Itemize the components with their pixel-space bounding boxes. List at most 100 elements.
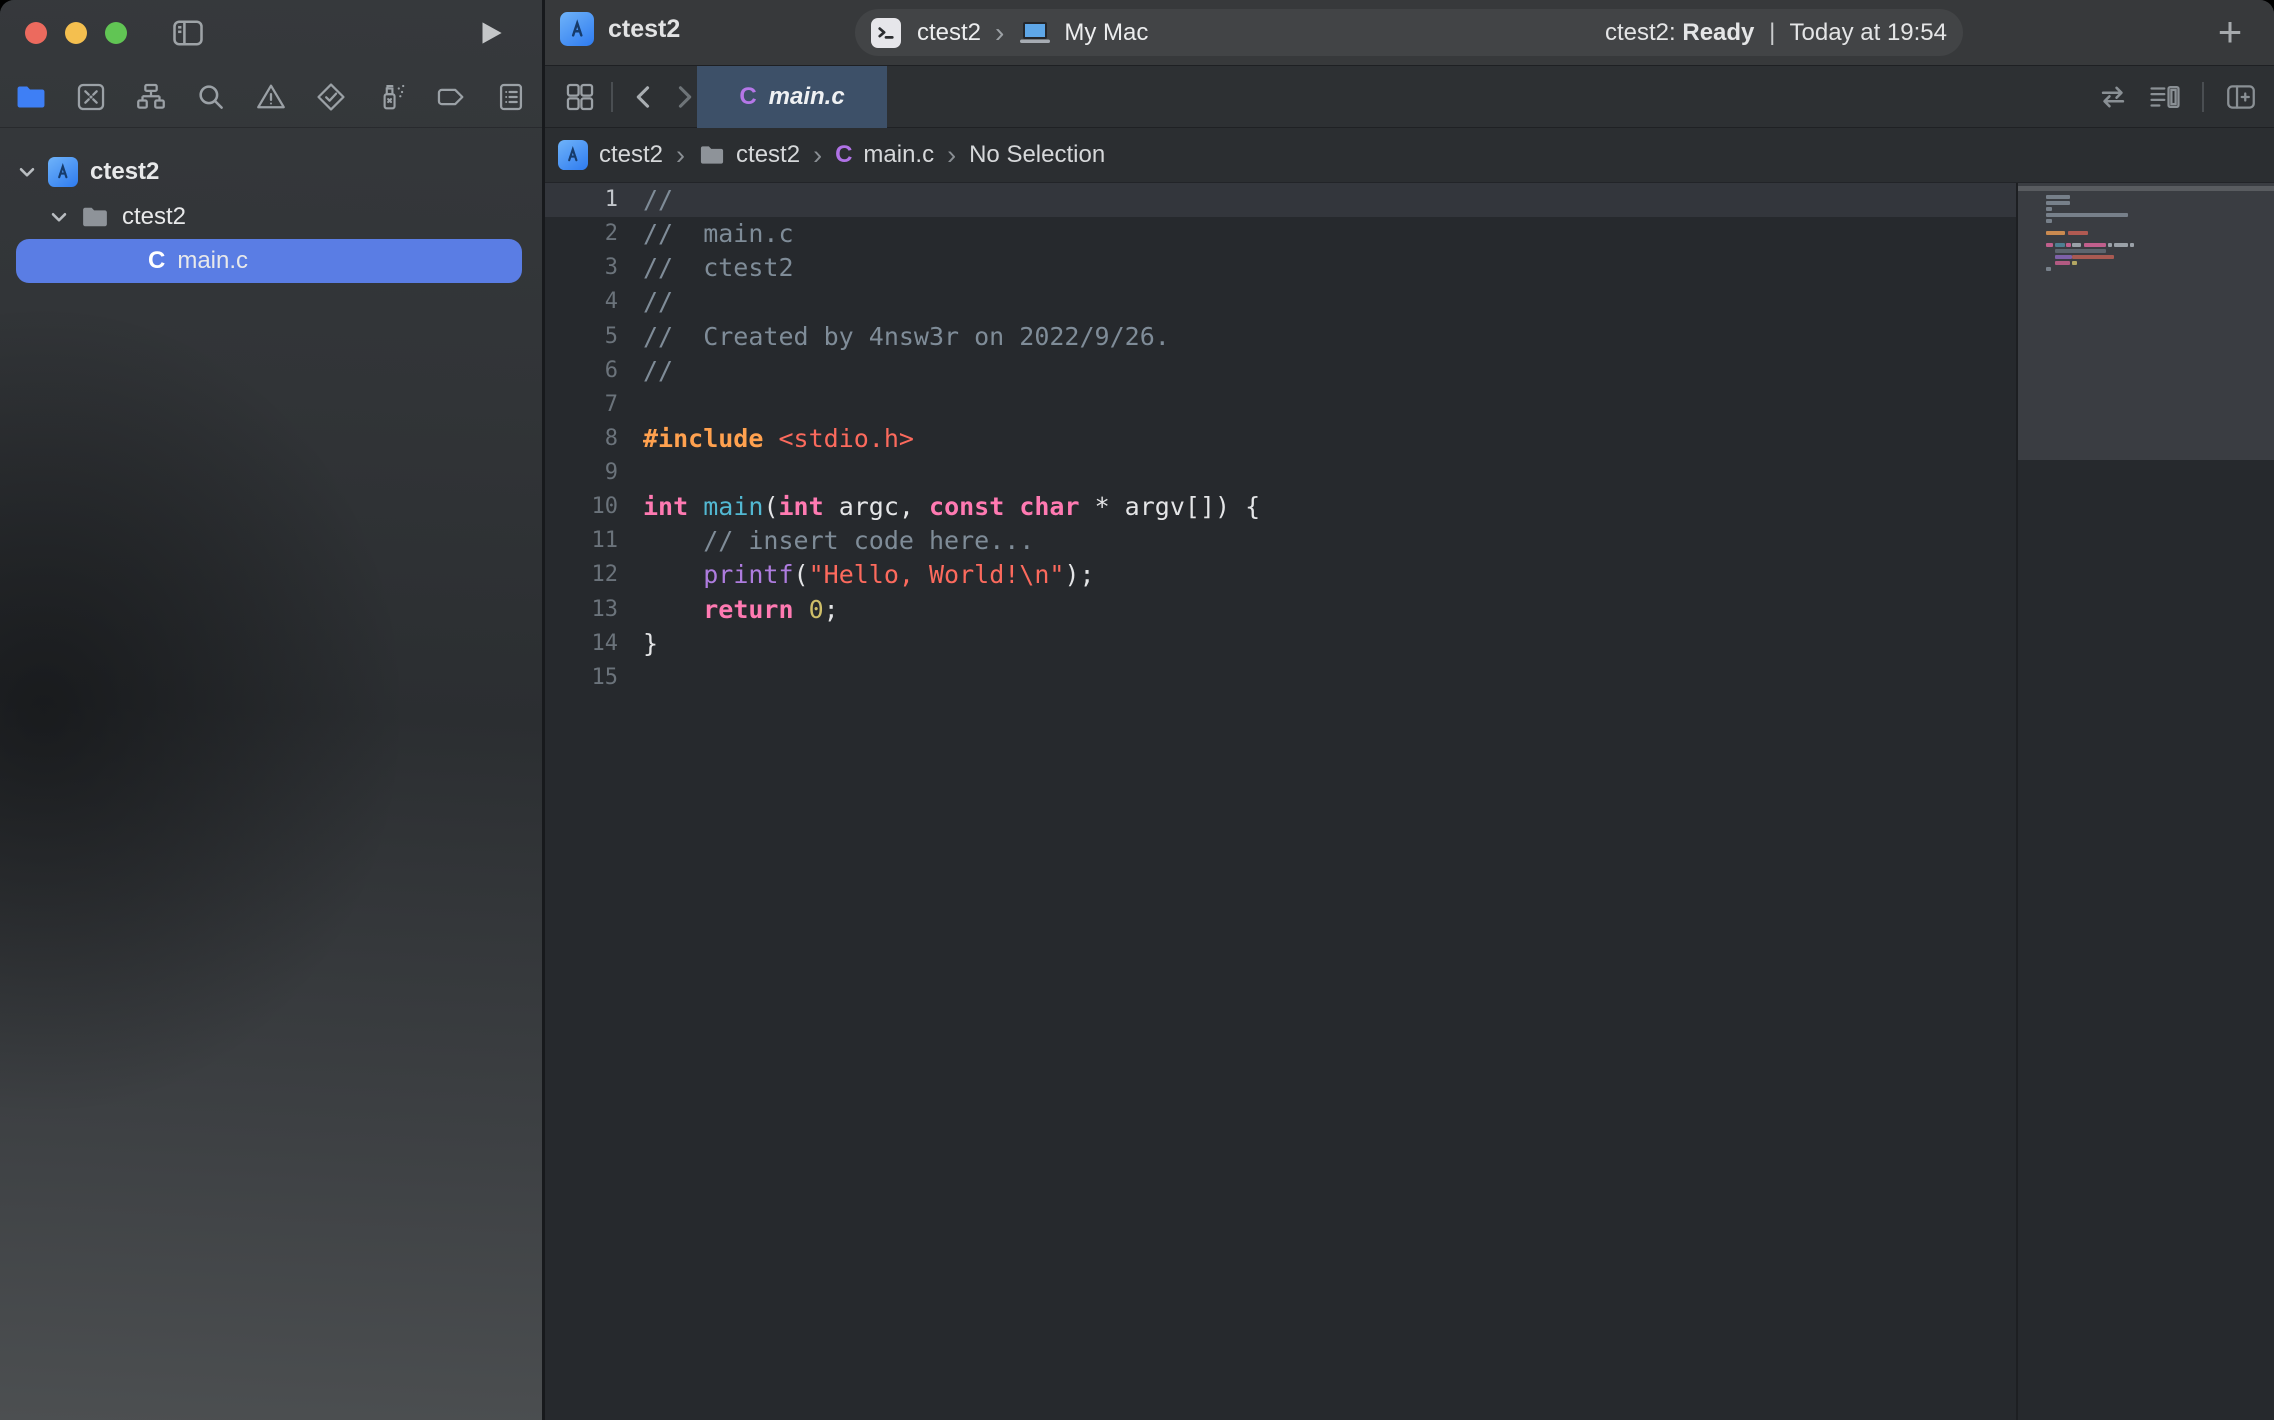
minimap-code-bar xyxy=(2108,243,2112,247)
minimap-code-bar xyxy=(2066,243,2071,247)
code-line[interactable]: 10int main(int argc, const char * argv[]… xyxy=(545,490,2016,524)
chevron-separator: › xyxy=(947,140,956,171)
code-text xyxy=(618,661,643,695)
c-file-icon: C xyxy=(148,247,165,275)
breadcrumb-label[interactable]: ctest2 xyxy=(599,141,663,169)
debug-navigator-icon[interactable] xyxy=(374,80,408,114)
line-number: 5 xyxy=(545,320,618,354)
scheme-destination[interactable]: My Mac xyxy=(1064,19,1148,47)
find-navigator-icon[interactable] xyxy=(194,80,228,114)
tree-item-group[interactable]: ctest2 xyxy=(46,195,186,239)
laptop-destination-icon xyxy=(1018,20,1052,46)
code-line[interactable]: 7 xyxy=(545,388,2016,422)
code-line[interactable]: 14} xyxy=(545,627,2016,661)
scheme-selector[interactable]: ctest2 › My Mac ctest2: Ready | Today at… xyxy=(855,9,1963,56)
breadcrumb-item-group[interactable]: ctest2 xyxy=(698,141,800,169)
line-number: 14 xyxy=(545,627,618,661)
report-navigator-icon[interactable] xyxy=(494,80,528,114)
code-text: return 0; xyxy=(618,593,839,627)
minimap-code-bar xyxy=(2072,243,2081,247)
related-items-icon[interactable] xyxy=(2096,80,2130,114)
minimize-button[interactable] xyxy=(65,22,87,44)
code-text: // xyxy=(618,285,673,319)
editor-options-icon[interactable] xyxy=(2148,80,2182,114)
chevron-down-icon[interactable] xyxy=(46,204,72,230)
minimap-code-bar xyxy=(2084,243,2106,247)
zoom-button[interactable] xyxy=(105,22,127,44)
symbol-navigator-icon[interactable] xyxy=(134,80,168,114)
test-navigator-icon[interactable] xyxy=(314,80,348,114)
add-tab-icon[interactable]: + xyxy=(2208,10,2252,54)
issue-navigator-icon[interactable] xyxy=(254,80,288,114)
line-number: 13 xyxy=(545,593,618,627)
minimap-viewport xyxy=(2018,183,2274,460)
breadcrumb-item-file[interactable]: C main.c xyxy=(835,141,934,169)
navigator-bar xyxy=(0,66,542,128)
add-editor-icon[interactable] xyxy=(2224,80,2258,114)
toolbar-separator xyxy=(2202,82,2204,112)
status-target: ctest2: xyxy=(1605,19,1676,46)
minimap-code-bar xyxy=(2130,243,2134,247)
main-area: ctest2 ctest2 › My Mac xyxy=(545,0,2274,1420)
tab-label: main.c xyxy=(769,83,845,111)
code-line[interactable]: 2// main.c xyxy=(545,217,2016,251)
code-line[interactable]: 4// xyxy=(545,285,2016,319)
breadcrumb-label[interactable]: ctest2 xyxy=(736,141,800,169)
code-line[interactable]: 3// ctest2 xyxy=(545,251,2016,285)
breadcrumb-item-selection[interactable]: No Selection xyxy=(969,141,1105,169)
sidebar-toggle-icon[interactable] xyxy=(170,15,206,51)
minimap-code-bar xyxy=(2068,231,2088,235)
minimap-code-bar xyxy=(2046,231,2065,235)
line-number: 8 xyxy=(545,422,618,456)
code-text: printf("Hello, World!\n"); xyxy=(618,558,1095,592)
minimap-code-bar xyxy=(2055,249,2106,253)
minimap-code-bar xyxy=(2046,213,2128,217)
line-number: 10 xyxy=(545,490,618,524)
code-text: // insert code here... xyxy=(618,524,1034,558)
code-text xyxy=(618,388,643,422)
breadcrumb-label[interactable]: No Selection xyxy=(969,141,1105,169)
run-icon[interactable] xyxy=(474,16,508,50)
line-number: 3 xyxy=(545,251,618,285)
minimap-code-bar xyxy=(2046,207,2052,211)
line-number: 7 xyxy=(545,388,618,422)
back-icon[interactable] xyxy=(627,80,661,114)
code-line[interactable]: 5// Created by 4nsw3r on 2022/9/26. xyxy=(545,320,2016,354)
sidebar: ctest2 ctest2 C main.c xyxy=(0,0,542,1420)
chevron-separator: › xyxy=(676,140,685,171)
window-title: ctest2 xyxy=(608,15,680,44)
breadcrumb-label[interactable]: main.c xyxy=(863,141,934,169)
code-line[interactable]: 6// xyxy=(545,354,2016,388)
tree-item-label: main.c xyxy=(177,247,248,275)
tab-main-c[interactable]: C main.c xyxy=(697,66,887,128)
code-line[interactable]: 9 xyxy=(545,456,2016,490)
close-button[interactable] xyxy=(25,22,47,44)
forward-icon[interactable] xyxy=(667,80,701,114)
scheme-target[interactable]: ctest2 xyxy=(917,19,981,47)
code-line[interactable]: 1// xyxy=(545,183,2016,217)
source-control-navigator-icon[interactable] xyxy=(74,80,108,114)
breadcrumb: ctest2 › ctest2 › C main.c › No Selectio… xyxy=(545,128,2274,183)
tab-overview-icon[interactable] xyxy=(563,80,597,114)
code-line[interactable]: 8#include <stdio.h> xyxy=(545,422,2016,456)
minimap-code-bar xyxy=(2046,219,2052,223)
tree-item-project[interactable]: ctest2 xyxy=(14,150,159,194)
code-editor[interactable]: 1//2// main.c3// ctest24//5// Created by… xyxy=(545,183,2016,695)
code-line[interactable]: 13 return 0; xyxy=(545,593,2016,627)
line-number: 2 xyxy=(545,217,618,251)
line-number: 6 xyxy=(545,354,618,388)
code-line[interactable]: 12 printf("Hello, World!\n"); xyxy=(545,558,2016,592)
project-navigator-folder-icon[interactable] xyxy=(14,80,48,114)
code-line[interactable]: 11 // insert code here... xyxy=(545,524,2016,558)
minimap[interactable] xyxy=(2018,183,2274,1420)
code-text: #include <stdio.h> xyxy=(618,422,914,456)
tree-item-file-selected[interactable]: C main.c xyxy=(0,239,542,283)
breadcrumb-item-project[interactable]: ctest2 xyxy=(558,140,663,170)
breakpoint-navigator-icon[interactable] xyxy=(434,80,468,114)
activity-status: ctest2: Ready | Today at 19:54 xyxy=(1605,19,1947,47)
chevron-down-icon[interactable] xyxy=(14,159,40,185)
folder-icon xyxy=(698,141,726,169)
minimap-code-bar xyxy=(2046,267,2051,271)
minimap-code-bar xyxy=(2046,243,2053,247)
code-line[interactable]: 15 xyxy=(545,661,2016,695)
